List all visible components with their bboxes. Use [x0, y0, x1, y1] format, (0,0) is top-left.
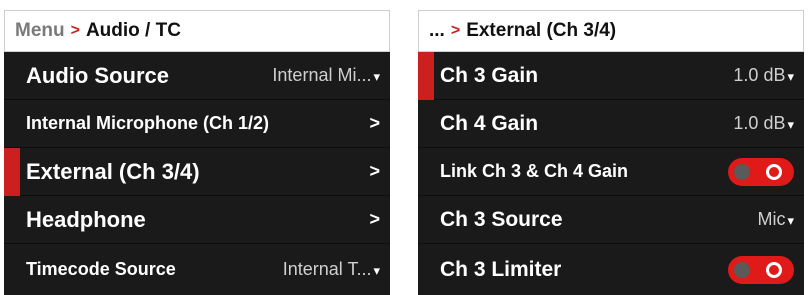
menu-item-internal-microphone[interactable]: Internal Microphone (Ch 1/2) >	[4, 100, 390, 148]
menu-item-label: Ch 3 Limiter	[440, 257, 562, 281]
menu-item-value: Mic	[757, 209, 786, 229]
chevron-right-icon: >	[369, 161, 380, 181]
menu-item-label: Ch 3 Gain	[440, 63, 539, 87]
breadcrumb-separator-icon: >	[450, 22, 461, 39]
breadcrumb-current: External (Ch 3/4)	[466, 20, 617, 41]
menu-item-timecode-source[interactable]: Timecode Source Internal T... ▾	[4, 244, 390, 295]
menu-item-label: Ch 4 Gain	[440, 111, 539, 135]
menu-item-ch4-gain[interactable]: Ch 4 Gain 1.0 dB ▾	[418, 100, 804, 148]
dropdown-arrow-icon: ▾	[787, 117, 794, 132]
toggle-on-icon	[766, 163, 782, 180]
ch3-limiter-toggle[interactable]	[728, 255, 794, 284]
menu-item-external[interactable]: External (Ch 3/4) >	[20, 148, 390, 196]
breadcrumb: Menu > Audio / TC	[4, 10, 390, 52]
dropdown-arrow-icon: ▾	[787, 69, 794, 84]
external-ch34-menu-panel: ... > External (Ch 3/4) Ch 3 Gain 1.0 dB…	[418, 10, 804, 295]
dropdown-arrow-icon: ▾	[787, 213, 794, 228]
menu-item-ch3-gain[interactable]: Ch 3 Gain 1.0 dB ▾	[434, 52, 804, 100]
menu-item-label: Timecode Source	[26, 259, 176, 279]
menu-item-label: Link Ch 3 & Ch 4 Gain	[440, 161, 629, 181]
breadcrumb-root[interactable]: ...	[429, 20, 445, 42]
breadcrumb-current: Audio / TC	[85, 20, 181, 41]
menu-item-value: 1.0 dB	[733, 65, 786, 85]
menu-item-headphone[interactable]: Headphone >	[4, 196, 390, 244]
menu-item-link-gain[interactable]: Link Ch 3 & Ch 4 Gain	[418, 148, 804, 196]
menu-item-value: Internal Mi...	[272, 65, 372, 85]
dropdown-arrow-icon: ▾	[373, 69, 380, 84]
menu-item-label: Internal Microphone (Ch 1/2)	[26, 113, 270, 133]
menu-item-ch3-source[interactable]: Ch 3 Source Mic ▾	[418, 196, 804, 244]
chevron-right-icon: >	[369, 113, 380, 133]
selection-indicator	[4, 148, 20, 196]
breadcrumb: ... > External (Ch 3/4)	[418, 10, 804, 52]
dropdown-arrow-icon: ▾	[373, 263, 380, 278]
selection-indicator	[418, 52, 434, 100]
menu-item-value: 1.0 dB	[733, 113, 786, 133]
menu-item-audio-source[interactable]: Audio Source Internal Mi... ▾	[4, 52, 390, 100]
menu-item-label: External (Ch 3/4)	[26, 158, 200, 184]
audio-tc-menu-panel: Menu > Audio / TC Audio Source Internal …	[4, 10, 390, 295]
menu-item-ch3-limiter[interactable]: Ch 3 Limiter	[418, 244, 804, 295]
link-gain-toggle[interactable]	[728, 157, 794, 186]
menu-item-label: Audio Source	[26, 62, 170, 88]
toggle-knob	[734, 261, 750, 278]
menu-item-value: Internal T...	[282, 259, 372, 279]
chevron-right-icon: >	[369, 209, 380, 229]
menu-item-label: Ch 3 Source	[440, 207, 563, 231]
breadcrumb-separator-icon: >	[70, 22, 80, 39]
menu-item-label: Headphone	[26, 206, 146, 232]
breadcrumb-root[interactable]: Menu	[15, 20, 65, 42]
toggle-on-icon	[766, 261, 782, 278]
toggle-knob	[734, 163, 750, 180]
